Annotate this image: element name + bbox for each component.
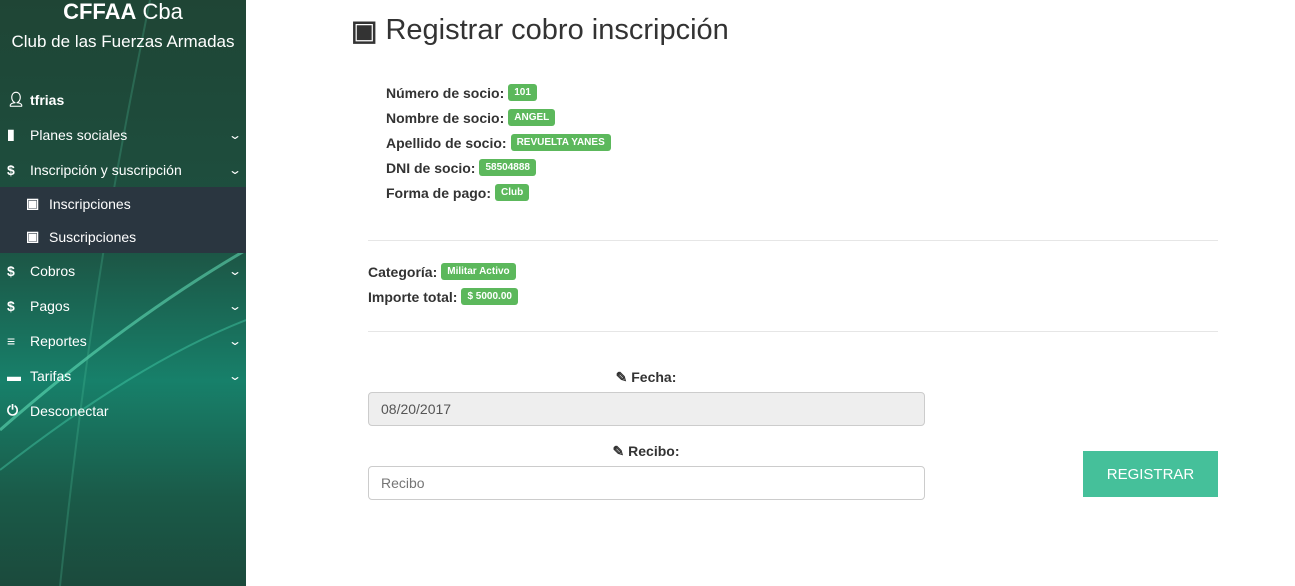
- numero-badge: 101: [508, 84, 537, 101]
- fecha-input[interactable]: [368, 392, 925, 426]
- categoria-badge: Militar Activo: [441, 263, 516, 280]
- submenu: ▣ Inscripciones ▣ Suscripciones: [0, 187, 246, 253]
- chart-icon: ≡: [7, 332, 16, 349]
- main-content: ▣ Registrar cobro inscripción Número de s…: [246, 0, 1295, 586]
- sidebar-item-label: Inscripción y suscripción: [30, 161, 182, 178]
- user-name: tfrias: [30, 91, 65, 108]
- file-icon: ▮: [7, 126, 15, 142]
- divider: [368, 331, 1218, 332]
- sidebar-item-pagos[interactable]: $ Pagos ⌄: [0, 288, 246, 323]
- apellido-label: Apellido de socio:: [386, 134, 507, 151]
- numero-label: Número de socio:: [386, 84, 505, 101]
- socio-info: Número de socio: 101 Nombre de socio: ANGE…: [386, 80, 611, 205]
- save-download-icon: ▣: [351, 15, 378, 46]
- recibo-input[interactable]: [368, 466, 925, 500]
- power-icon: ⏻: [7, 402, 19, 418]
- sidebar-subitem-inscripciones[interactable]: ▣ Inscripciones: [0, 187, 246, 220]
- categoria-label: Categoría:: [368, 263, 438, 280]
- dni-badge: 58504888: [479, 159, 536, 176]
- brand-bold: CFFAA: [63, 0, 137, 24]
- fecha-label: ✎ Fecha:: [368, 369, 924, 386]
- dollar-icon: $: [7, 161, 15, 178]
- sidebar-item-tarifas[interactable]: ▬ Tarifas ⌄: [0, 358, 246, 393]
- sidebar-item-label: Cobros: [30, 262, 76, 279]
- dollar-icon: $: [7, 297, 15, 314]
- save-download-icon: ▣: [26, 228, 40, 244]
- forma-badge: Club: [495, 184, 530, 201]
- chevron-down-icon: ⌄: [227, 298, 243, 313]
- registrar-button[interactable]: REGISTRAR: [1083, 451, 1218, 497]
- brand: CFFAA Cba Club de las Fuerzas Armadas: [0, 0, 246, 52]
- sidebar-item-label: Pagos: [30, 297, 70, 314]
- chevron-down-icon: ⌄: [227, 127, 243, 142]
- apellido-badge: REVUELTA YANES: [510, 134, 611, 151]
- dni-label: DNI de socio:: [386, 159, 476, 176]
- page-title: ▣ Registrar cobro inscripción: [351, 14, 729, 47]
- pencil-icon: ✎: [612, 443, 625, 459]
- save-download-icon: ▣: [26, 195, 40, 211]
- recibo-label: ✎ Recibo:: [368, 443, 924, 460]
- page-title-text: Registrar cobro inscripción: [385, 14, 729, 46]
- chevron-down-icon: ⌄: [227, 368, 243, 383]
- sidebar-item-cobros[interactable]: $ Cobros ⌄: [0, 253, 246, 288]
- chevron-down-icon: ⌄: [227, 263, 243, 278]
- sidebar-item-label: Inscripciones: [49, 195, 131, 212]
- nombre-label: Nombre de socio:: [386, 109, 505, 126]
- chevron-down-icon: ⌄: [227, 333, 243, 348]
- sidebar-subitem-suscripciones[interactable]: ▣ Suscripciones: [0, 220, 246, 253]
- dollar-icon: $: [7, 262, 15, 279]
- forma-label: Forma de pago:: [386, 184, 492, 201]
- nombre-badge: ANGEL: [508, 109, 556, 126]
- importe-label: Importe total:: [368, 288, 458, 305]
- sidebar-item-reportes[interactable]: ≡ Reportes ⌄: [0, 323, 246, 358]
- sidebar: CFFAA Cba Club de las Fuerzas Armadas 👤︎…: [0, 0, 246, 586]
- brand-rest: Cba: [142, 0, 183, 24]
- importe-badge: $ 5000.00: [461, 288, 518, 305]
- pencil-icon: ✎: [615, 369, 628, 385]
- divider: [368, 240, 1218, 241]
- recibo-label-text: Recibo:: [628, 443, 680, 459]
- sidebar-item-label: Suscripciones: [49, 228, 137, 245]
- sidebar-item-label: Reportes: [30, 332, 87, 349]
- resumen-info: Categoría: Militar Activo Importe total: $…: [368, 259, 518, 309]
- sidebar-item-label: Desconectar: [30, 402, 109, 419]
- user-icon: 👤︎: [7, 91, 25, 107]
- brand-subtitle: Club de las Fuerzas Armadas: [11, 32, 235, 51]
- sidebar-item-desconectar[interactable]: ⏻ Desconectar: [0, 393, 246, 428]
- sidebar-item-label: Planes sociales: [30, 126, 128, 143]
- sidebar-item-label: Tarifas: [30, 367, 72, 384]
- credit-card-icon: ▬: [7, 367, 21, 384]
- user-item[interactable]: 👤︎ tfrias: [0, 82, 246, 117]
- chevron-down-icon: ⌄: [227, 162, 243, 177]
- fecha-label-text: Fecha:: [631, 369, 677, 385]
- sidebar-item-inscripcion[interactable]: $ Inscripción y suscripción ⌄: [0, 152, 246, 187]
- sidebar-item-planes-sociales[interactable]: ▮ Planes sociales ⌄: [0, 117, 246, 152]
